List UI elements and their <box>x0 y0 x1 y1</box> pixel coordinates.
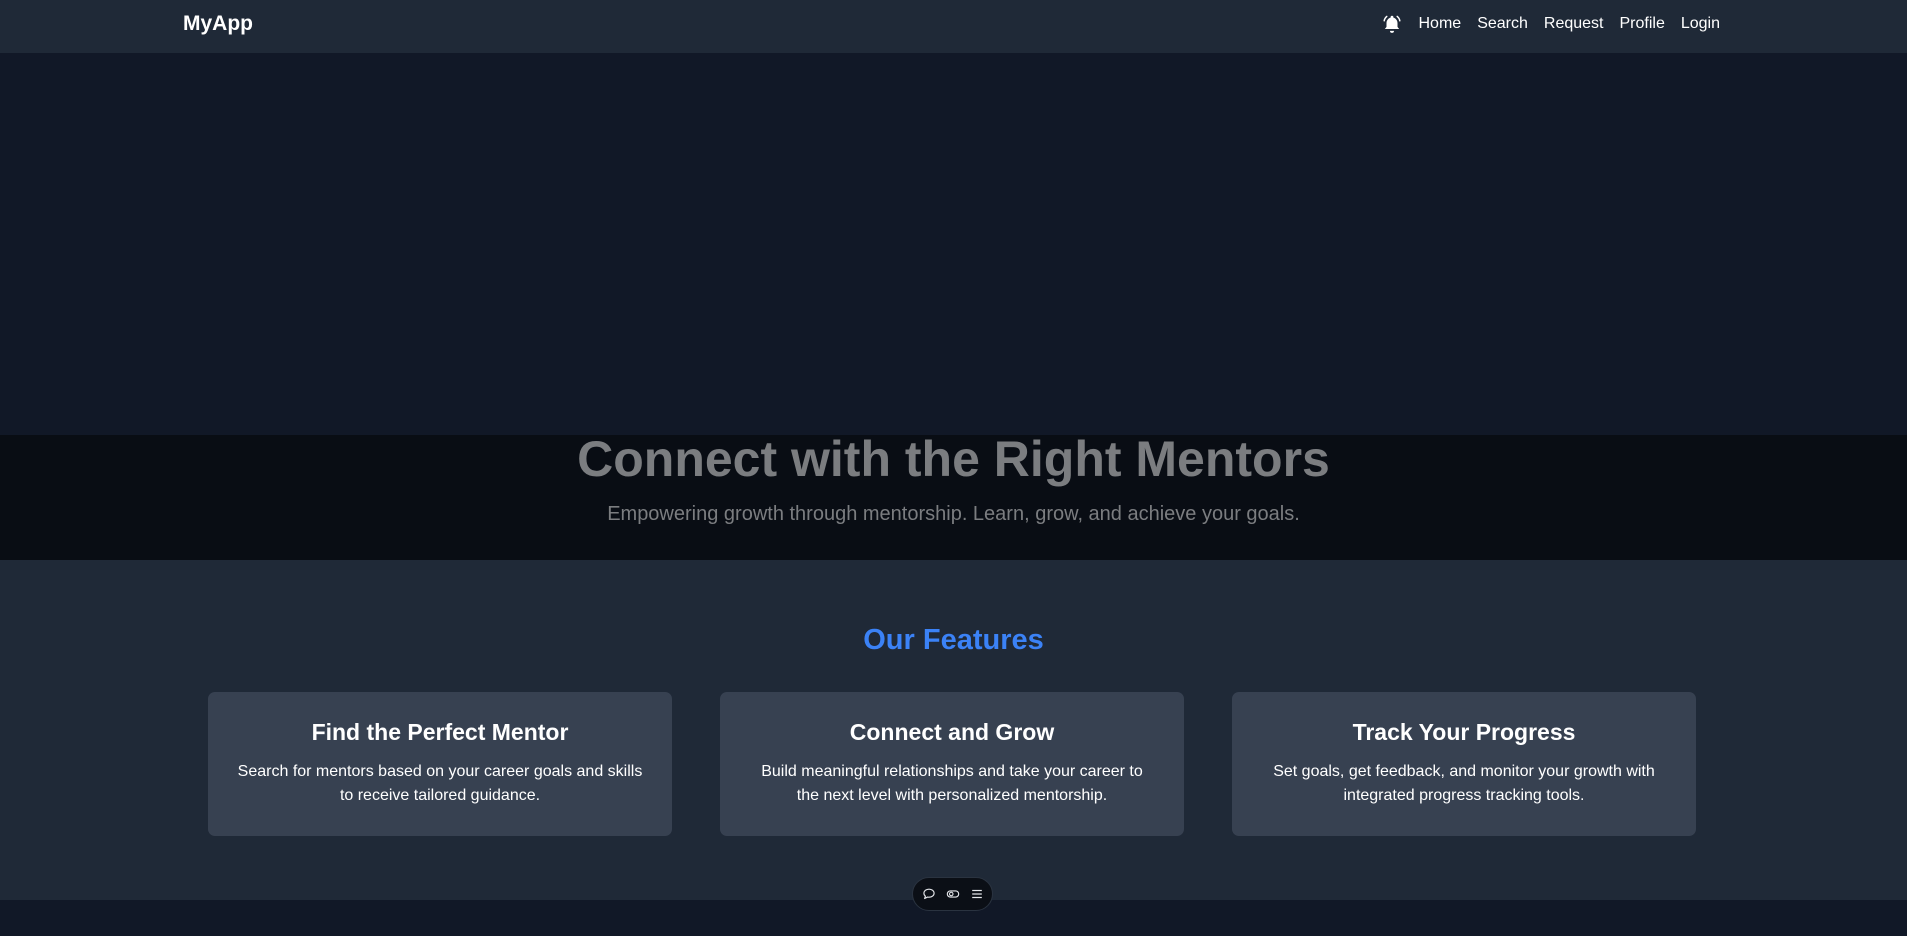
top-navbar: MyApp Home Search Request Profile Login <box>0 0 1907 53</box>
feature-card-title: Find the Perfect Mentor <box>311 719 569 745</box>
nav-link-login[interactable]: Login <box>1681 14 1720 34</box>
nav-links: Home Search Request Profile Login <box>1381 0 1720 47</box>
feature-card-find-mentor: Find the Perfect Mentor Search for mento… <box>208 692 672 836</box>
feature-card-description: Set goals, get feedback, and monitor you… <box>1273 763 1655 804</box>
feature-card-title: Connect and Grow <box>849 719 1055 745</box>
toggle-icon[interactable] <box>945 886 961 902</box>
feature-card-description: Build meaningful relationships and take … <box>761 763 1143 804</box>
hero-subtitle: Empowering growth through mentorship. Le… <box>607 503 1300 525</box>
nav-link-search[interactable]: Search <box>1477 14 1528 34</box>
brand-logo[interactable]: MyApp <box>183 12 253 36</box>
hero-background <box>0 53 1907 435</box>
floating-toolbar <box>912 877 993 911</box>
feature-card-connect-grow: Connect and Grow Build meaningful relati… <box>720 692 1184 836</box>
bell-icon[interactable] <box>1381 13 1403 35</box>
feature-card-title: Track Your Progress <box>1352 719 1576 745</box>
features-heading: Our Features <box>863 624 1044 656</box>
nav-link-profile[interactable]: Profile <box>1619 14 1664 34</box>
menu-icon[interactable] <box>969 886 985 902</box>
feature-card-description: Search for mentors based on your career … <box>237 763 643 804</box>
hero-title: Connect with the Right Mentors <box>577 431 1330 487</box>
nav-link-request[interactable]: Request <box>1544 14 1604 34</box>
nav-link-home[interactable]: Home <box>1419 14 1462 34</box>
feature-card-track-progress: Track Your Progress Set goals, get feedb… <box>1232 692 1696 836</box>
chat-bubble-icon[interactable] <box>921 886 937 902</box>
